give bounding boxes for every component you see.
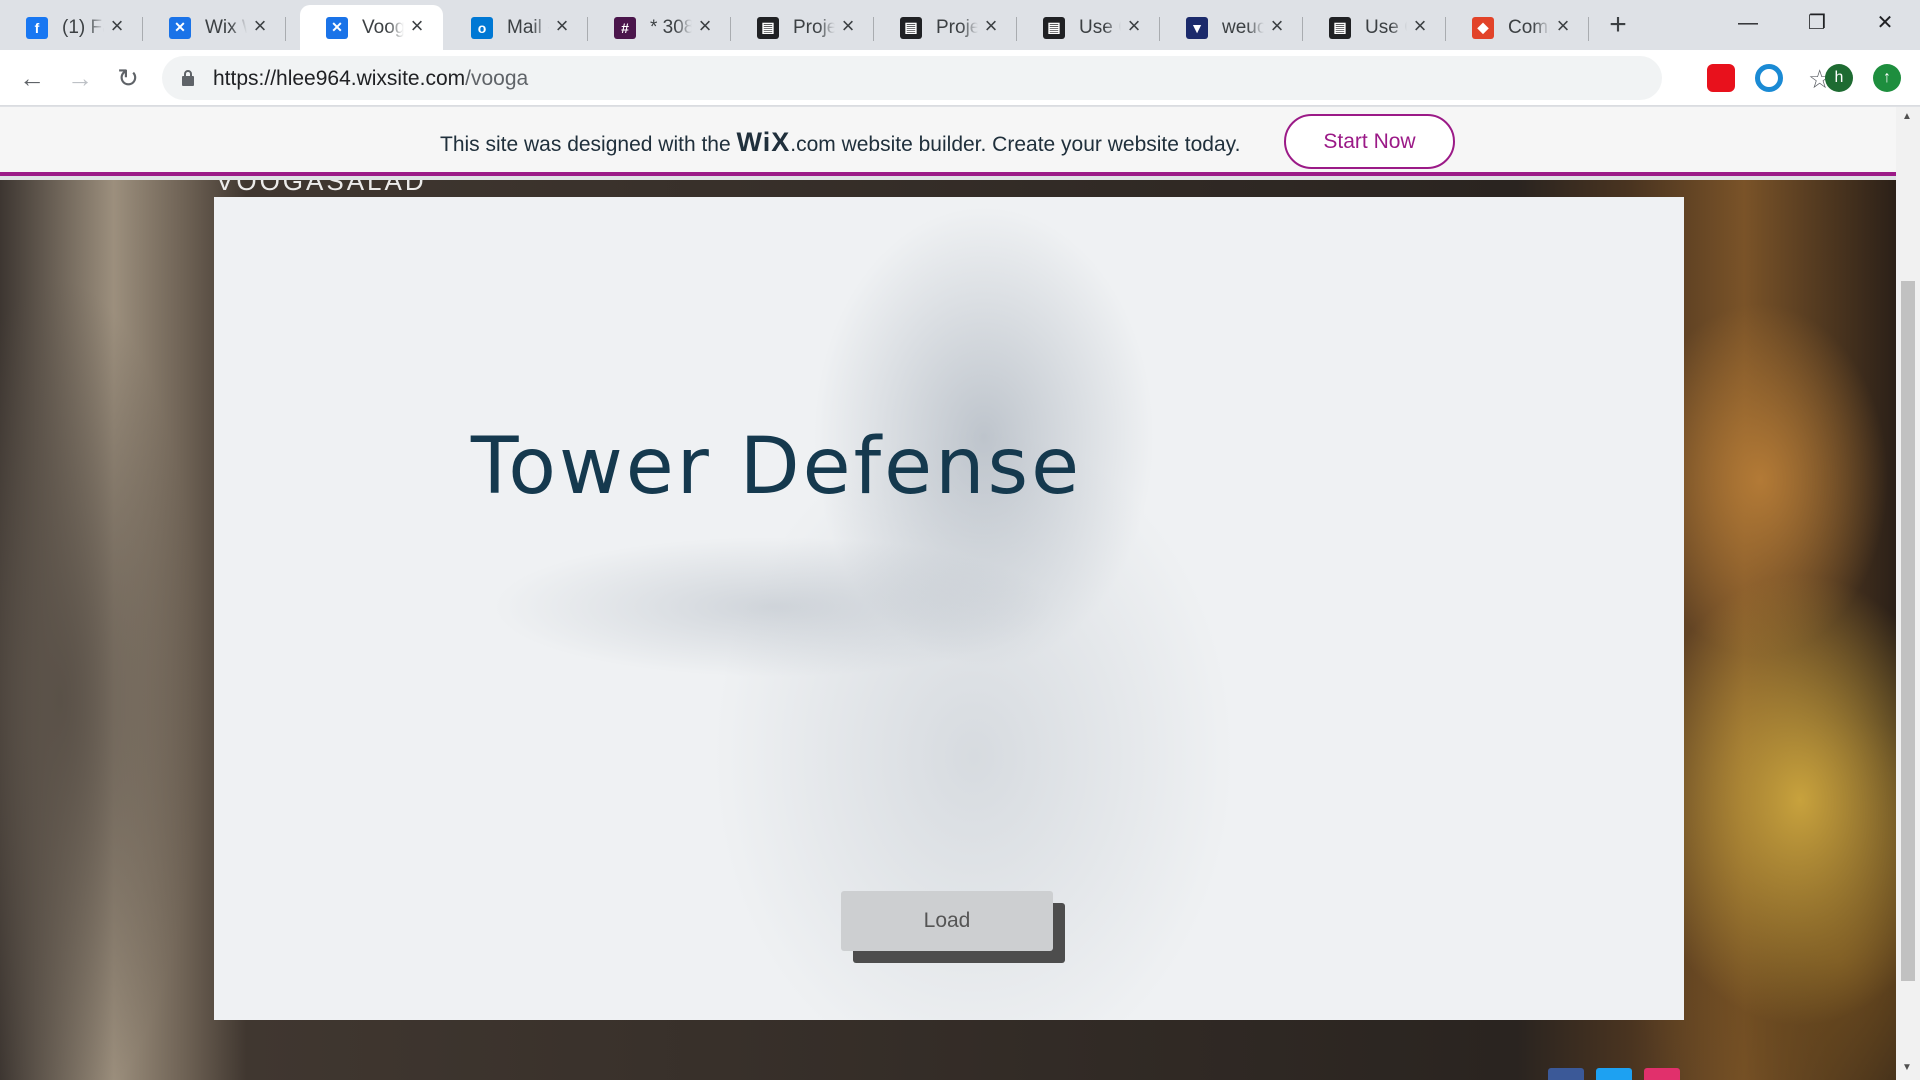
page-background: VOOGASALAD Tower Defense Load (0, 180, 1896, 1080)
tab-title: Project (936, 16, 978, 38)
tab-vooga[interactable]: ✕ Vooga × (300, 5, 443, 50)
wix-text-before: This site was designed with the (440, 133, 737, 156)
wix-icon: ✕ (169, 16, 191, 39)
document-icon: ▤ (1329, 16, 1351, 39)
minimize-button[interactable]: — (1728, 8, 1768, 38)
address-bar[interactable]: https://hlee964.wixsite.com/vooga ☆ (162, 56, 1831, 100)
close-icon[interactable]: × (250, 15, 270, 37)
tab-title: Mail - Outlook (507, 16, 549, 38)
reload-button[interactable]: ↻ (112, 62, 144, 94)
load-button[interactable]: Load (841, 891, 1053, 951)
profile-avatar[interactable]: h (1825, 64, 1853, 92)
wix-logo[interactable]: WiX (736, 127, 790, 157)
close-icon[interactable]: × (1267, 15, 1287, 37)
wix-icon: ✕ (326, 16, 348, 39)
slack-icon: # (614, 16, 636, 39)
browser-toolbar: ← → ↻ https://hlee964.wixsite.com/vooga … (0, 50, 1920, 106)
tab-title: * 308 (650, 16, 692, 38)
wix-text-after: .com website builder. Create your websit… (790, 133, 1241, 156)
circle-extension-icon[interactable] (1755, 64, 1783, 92)
scroll-up-icon[interactable]: ▲ (1902, 111, 1912, 122)
close-icon[interactable]: × (981, 15, 1001, 37)
new-tab-button[interactable]: + (1603, 10, 1633, 40)
tab-title: Project (793, 16, 835, 38)
wix-banner-text: This site was designed with the WiX.com … (440, 127, 1240, 158)
close-icon[interactable]: × (1553, 15, 1573, 37)
tab-strip: f (1) Facebook × ✕ Wix Website × ✕ Vooga… (0, 0, 1920, 50)
close-icon[interactable]: × (695, 15, 715, 37)
url-text: https://hlee964.wixsite.com/vooga (213, 67, 528, 91)
tab-title: Use Cases (1079, 16, 1121, 38)
tab-title: Vooga (362, 16, 404, 38)
tab-use-cases-2[interactable]: ▤ Use Cases × (1303, 5, 1446, 50)
adblock-extension-icon[interactable] (1707, 64, 1735, 92)
tab-title: Compare (1508, 16, 1550, 38)
close-icon[interactable]: × (107, 15, 127, 37)
page-title: Tower Defense (470, 422, 1083, 512)
tab-project-2[interactable]: ▤ Project × (874, 5, 1017, 50)
url-host: https://hlee964.wixsite.com (213, 67, 466, 90)
twitter-social-icon[interactable] (1596, 1068, 1632, 1080)
game-card: Tower Defense Load (214, 197, 1684, 1020)
scroll-down-icon[interactable]: ▼ (1902, 1062, 1912, 1073)
tab-facebook[interactable]: f (1) Facebook × (0, 5, 143, 50)
close-icon[interactable]: × (1124, 15, 1144, 37)
close-icon[interactable]: × (1410, 15, 1430, 37)
close-icon[interactable]: × (838, 15, 858, 37)
page-scrollbar[interactable]: ▲ ▼ (1896, 107, 1920, 1080)
tab-title: Use Cases (1365, 16, 1407, 38)
lock-icon (182, 70, 194, 86)
tab-title: Wix Website (205, 16, 247, 38)
wix-banner: This site was designed with the WiX.com … (0, 107, 1896, 176)
back-button[interactable]: ← (16, 62, 48, 94)
tab-title: (1) Facebook (62, 16, 104, 38)
document-icon: ▤ (900, 16, 922, 39)
tab-wix[interactable]: ✕ Wix Website × (143, 5, 286, 50)
document-icon: ▤ (757, 16, 779, 39)
instagram-social-icon[interactable] (1644, 1068, 1680, 1080)
close-icon[interactable]: × (407, 15, 427, 37)
close-window-button[interactable]: ✕ (1865, 8, 1905, 38)
tab-use-cases-1[interactable]: ▤ Use Cases × (1017, 5, 1160, 50)
site-name-peek[interactable]: VOOGASALAD (216, 180, 427, 197)
start-now-button[interactable]: Start Now (1284, 114, 1455, 169)
shield-icon: ▼ (1186, 16, 1208, 39)
facebook-icon: f (26, 16, 48, 39)
restore-button[interactable]: ❐ (1797, 8, 1837, 38)
close-icon[interactable]: × (552, 15, 572, 37)
scroll-thumb[interactable] (1901, 281, 1915, 981)
update-icon[interactable]: ↑ (1873, 64, 1901, 92)
tab-slack[interactable]: # * 308 × (588, 5, 731, 50)
tab-title: weuc (1222, 16, 1264, 38)
tab-compare[interactable]: ◆ Compare × (1446, 5, 1589, 50)
facebook-social-icon[interactable] (1548, 1068, 1584, 1080)
url-path: /vooga (465, 67, 529, 90)
forward-button[interactable]: → (64, 62, 96, 94)
tab-mail[interactable]: o Mail - Outlook × (445, 5, 588, 50)
tab-project-1[interactable]: ▤ Project × (731, 5, 874, 50)
gitlab-icon: ◆ (1472, 16, 1494, 39)
tab-weuc[interactable]: ▼ weuc × (1160, 5, 1303, 50)
document-icon: ▤ (1043, 16, 1065, 39)
outlook-icon: o (471, 16, 493, 39)
